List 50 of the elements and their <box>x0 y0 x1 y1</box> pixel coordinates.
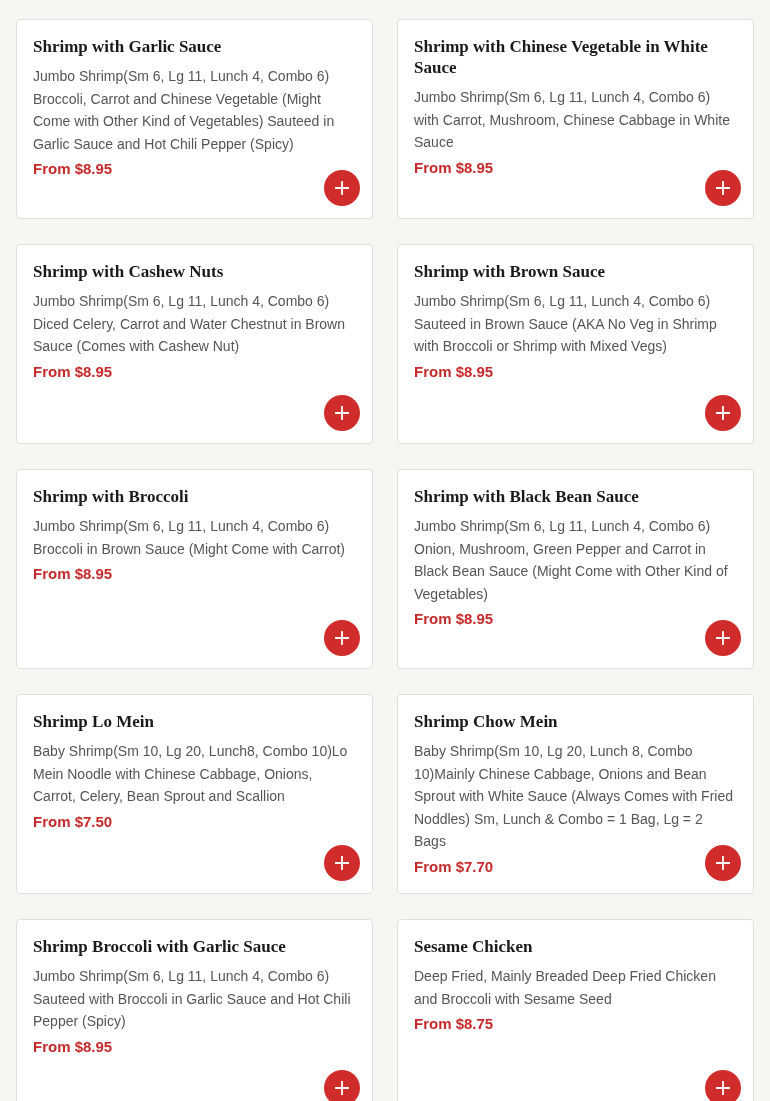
add-button[interactable] <box>324 845 360 881</box>
item-price: From $8.95 <box>414 362 494 380</box>
item-title: Shrimp with Chinese Vegetable in White Sauce <box>414 36 709 78</box>
plus-icon <box>715 180 731 196</box>
plus-icon <box>334 405 350 421</box>
item-price: From $8.95 <box>33 160 113 177</box>
add-button[interactable] <box>705 845 741 881</box>
plus-icon <box>334 180 350 196</box>
plus-icon <box>334 1080 350 1096</box>
item-price: From $8.95 <box>33 565 113 582</box>
add-button[interactable] <box>705 620 741 656</box>
add-button[interactable] <box>324 620 360 656</box>
item-title: Shrimp with Brown Sauce <box>414 261 606 282</box>
item-description: Jumbo Shrimp(Sm 6, Lg 11, Lunch 4, Combo 6) Onion, Mushroom, Green Pepper and Carrot in Black Bean Sauce (Might Come with Other Kind of Vegetables) <box>414 517 729 604</box>
add-button[interactable] <box>324 1070 360 1101</box>
item-price: From $8.95 <box>414 158 494 176</box>
item-title: Shrimp with Black Bean Sauce <box>414 486 640 507</box>
item-title: Sesame Chicken <box>414 936 534 957</box>
item-description: Jumbo Shrimp(Sm 6, Lg 11, Lunch 4, Combo 6) Sauteed with Broccoli in Garlic Sauce and Hot Chili Pepper (Spicy) <box>33 967 352 1031</box>
item-description: Jumbo Shrimp(Sm 6, Lg 11, Lunch 4, Combo 6) with Carrot, Mushroom, Chinese Cabbage in White Sauce <box>414 88 731 152</box>
item-price: From $8.95 <box>33 362 113 380</box>
item-price: From $8.75 <box>414 1015 494 1032</box>
item-title: Shrimp Lo Mein <box>33 711 155 732</box>
item-description: Jumbo Shrimp(Sm 6, Lg 11, Lunch 4, Combo 6) Sauteed in Brown Sauce (AKA No Veg in Shrimp with Broccoli or Shrimp with Mixed Vegs) <box>414 292 718 356</box>
plus-icon <box>334 630 350 646</box>
item-price: From $7.70 <box>414 857 494 875</box>
item-description: Baby Shrimp(Sm 10, Lg 20, Lunch 8, Combo 10)Mainly Chinese Cabbage, Onions and Bean Sprout with White Sauce (Always Comes with Fried Noddles) Sm, Lunch & Combo = 1 Bag, Lg = 2 Bags <box>414 742 734 851</box>
item-title: Shrimp Broccoli with Garlic Sauce <box>33 936 287 957</box>
item-title: Shrimp Chow Mein <box>414 711 559 732</box>
item-description: Baby Shrimp(Sm 10, Lg 20, Lunch8, Combo 10)Lo Mein Noodle with Chinese Cabbage, Onions, Carrot, Celery, Bean Sprout and Scallion <box>33 742 349 806</box>
item-description: Jumbo Shrimp(Sm 6, Lg 11, Lunch 4, Combo 6) Diced Celery, Carrot and Water Chestnut in Brown Sauce (Comes with Cashew Nut) <box>33 292 346 356</box>
plus-icon <box>715 855 731 871</box>
item-price: From $8.95 <box>33 1037 113 1055</box>
item-title: Shrimp with Garlic Sauce <box>33 36 223 57</box>
add-button[interactable] <box>324 170 360 206</box>
add-button[interactable] <box>705 395 741 431</box>
plus-icon <box>334 855 350 871</box>
item-price: From $8.95 <box>414 610 494 627</box>
add-button[interactable] <box>324 395 360 431</box>
item-description: Jumbo Shrimp(Sm 6, Lg 11, Lunch 4, Combo 6) Broccoli in Brown Sauce (Might Come with Carrot) <box>33 517 346 559</box>
item-description: Deep Fried, Mainly Breaded Deep Fried Chicken and Broccoli with Sesame Seed <box>414 967 717 1009</box>
item-description: Jumbo Shrimp(Sm 6, Lg 11, Lunch 4, Combo 6) Broccoli, Carrot and Chinese Vegetable (Might Come with Other Kind of Vegetables) Sauteed in Garlic Sauce and Hot Chili Pepper (Spicy) <box>33 67 336 154</box>
add-button[interactable] <box>705 170 741 206</box>
plus-icon <box>715 405 731 421</box>
item-title: Shrimp with Broccoli <box>33 486 190 507</box>
item-title: Shrimp with Cashew Nuts <box>33 261 225 282</box>
add-button[interactable] <box>705 1070 741 1101</box>
plus-icon <box>715 630 731 646</box>
plus-icon <box>715 1080 731 1096</box>
item-price: From $7.50 <box>33 812 113 830</box>
